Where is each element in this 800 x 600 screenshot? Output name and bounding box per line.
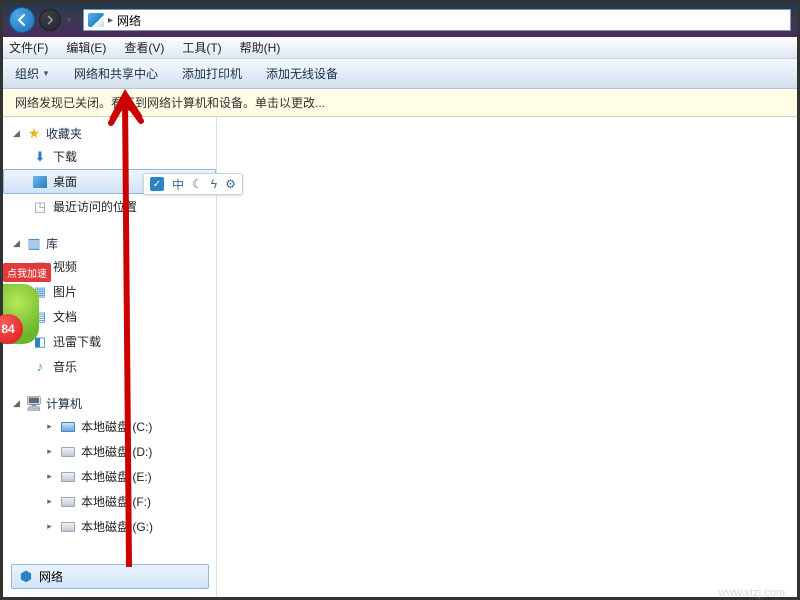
computer-label: 计算机 bbox=[46, 395, 82, 412]
navigation-bar: ▼ ▸ 网络 bbox=[3, 3, 797, 37]
desktop-label: 桌面 bbox=[53, 173, 77, 190]
content-area: ◢ ★ 收藏夹 ⬇ 下载 桌面 ◳ 最近访问的位置 ◢ ▥ 库 bbox=[3, 117, 797, 597]
sidebar-music[interactable]: ♪ 音乐 bbox=[3, 354, 216, 379]
arrow-right-icon bbox=[45, 15, 55, 25]
desktop-icon bbox=[32, 174, 48, 190]
promo-widget[interactable]: 点我加速 84 bbox=[3, 263, 51, 344]
organize-button[interactable]: 组织▼ bbox=[15, 65, 50, 82]
sidebar-drive-c[interactable]: ▸ 本地磁盘 (C:) bbox=[3, 414, 216, 439]
expand-icon: ▸ bbox=[44, 446, 55, 457]
menu-edit[interactable]: 编辑(E) bbox=[66, 39, 106, 56]
arrow-left-icon bbox=[15, 13, 29, 27]
music-icon: ♪ bbox=[32, 359, 48, 375]
ime-check-icon[interactable]: ✓ bbox=[150, 177, 164, 191]
menu-tools[interactable]: 工具(T) bbox=[182, 39, 221, 56]
expand-icon: ▸ bbox=[44, 421, 55, 432]
favorites-header[interactable]: ◢ ★ 收藏夹 bbox=[3, 123, 216, 144]
drive-icon bbox=[60, 519, 76, 535]
drive-icon bbox=[60, 419, 76, 435]
sidebar-drive-d[interactable]: ▸ 本地磁盘 (D:) bbox=[3, 439, 216, 464]
computer-group: ◢ 🖥 计算机 ▸ 本地磁盘 (C:) ▸ 本地磁盘 (D:) ▸ 本地磁盘 (E:)… bbox=[3, 393, 216, 539]
promo-mascot-icon: 84 bbox=[3, 284, 39, 344]
downloads-label: 下载 bbox=[53, 148, 77, 165]
favorites-label: 收藏夹 bbox=[46, 125, 82, 142]
sidebar-network[interactable]: ⬢ 网络 bbox=[11, 564, 209, 589]
address-bar[interactable]: ▸ 网络 bbox=[83, 9, 791, 31]
sidebar-drive-f[interactable]: ▸ 本地磁盘 (F:) bbox=[3, 489, 216, 514]
watermark-text: 系统之家 bbox=[713, 559, 785, 585]
computer-icon: 🖥 bbox=[26, 396, 42, 412]
network-location-icon bbox=[88, 13, 104, 27]
computer-header[interactable]: ◢ 🖥 计算机 bbox=[3, 393, 216, 414]
collapse-icon: ◢ bbox=[11, 398, 22, 409]
gear-icon[interactable]: ⚙ bbox=[225, 177, 236, 191]
promo-tag: 点我加速 bbox=[3, 263, 51, 282]
star-icon: ★ bbox=[26, 126, 42, 142]
main-pane bbox=[217, 117, 797, 597]
promo-badge: 84 bbox=[0, 314, 23, 344]
forward-button[interactable] bbox=[39, 9, 61, 31]
menu-view[interactable]: 查看(V) bbox=[124, 39, 164, 56]
drive-e-label: 本地磁盘 (E:) bbox=[81, 468, 152, 485]
libraries-label: 库 bbox=[46, 235, 58, 252]
recent-label: 最近访问的位置 bbox=[53, 198, 137, 215]
pictures-label: 图片 bbox=[53, 283, 77, 300]
address-text: 网络 bbox=[117, 12, 141, 29]
menu-bar: 文件(F) 编辑(E) 查看(V) 工具(T) 帮助(H) bbox=[3, 37, 797, 59]
command-bar: 组织▼ 网络和共享中心 添加打印机 添加无线设备 bbox=[3, 59, 797, 89]
back-button[interactable] bbox=[9, 7, 35, 33]
expand-icon: ▸ bbox=[44, 521, 55, 532]
drive-icon bbox=[60, 469, 76, 485]
drive-f-label: 本地磁盘 (F:) bbox=[81, 493, 151, 510]
videos-label: 视频 bbox=[53, 258, 77, 275]
add-printer-button[interactable]: 添加打印机 bbox=[182, 65, 242, 82]
music-label: 音乐 bbox=[53, 358, 77, 375]
ime-toolbar[interactable]: ✓ 中 ☾ ϟ ⚙ bbox=[143, 173, 243, 195]
download-icon: ⬇ bbox=[32, 149, 48, 165]
moon-icon[interactable]: ☾ bbox=[192, 177, 203, 191]
library-icon: ▥ bbox=[26, 236, 42, 252]
sidebar-downloads[interactable]: ⬇ 下载 bbox=[3, 144, 216, 169]
expand-icon: ▸ bbox=[44, 496, 55, 507]
network-icon: ⬢ bbox=[18, 569, 34, 585]
breadcrumb-chevron-icon: ▸ bbox=[108, 15, 113, 26]
collapse-icon: ◢ bbox=[11, 238, 22, 249]
drive-icon bbox=[60, 494, 76, 510]
recent-icon: ◳ bbox=[32, 199, 48, 215]
info-message: 网络发现已关闭。看不到网络计算机和设备。单击以更改... bbox=[15, 94, 325, 111]
info-bar[interactable]: 网络发现已关闭。看不到网络计算机和设备。单击以更改... bbox=[3, 89, 797, 117]
sidebar-recent[interactable]: ◳ 最近访问的位置 bbox=[3, 194, 216, 219]
sidebar-drive-g[interactable]: ▸ 本地磁盘 (G:) bbox=[3, 514, 216, 539]
collapse-icon: ◢ bbox=[11, 128, 22, 139]
drive-g-label: 本地磁盘 (G:) bbox=[81, 518, 153, 535]
watermark-url: www.xtzj.com bbox=[718, 587, 785, 599]
history-dropdown[interactable]: ▼ bbox=[65, 16, 73, 25]
network-sharing-center-button[interactable]: 网络和共享中心 bbox=[74, 65, 158, 82]
watermark: 系统之家 bbox=[679, 559, 785, 585]
organize-label: 组织 bbox=[15, 65, 39, 82]
drive-d-label: 本地磁盘 (D:) bbox=[81, 443, 152, 460]
libraries-header[interactable]: ◢ ▥ 库 bbox=[3, 233, 216, 254]
ime-mode-label[interactable]: 中 bbox=[172, 176, 184, 193]
network-label: 网络 bbox=[39, 568, 63, 585]
lightning-icon[interactable]: ϟ bbox=[211, 177, 217, 191]
drive-icon bbox=[60, 444, 76, 460]
menu-file[interactable]: 文件(F) bbox=[9, 39, 48, 56]
menu-help[interactable]: 帮助(H) bbox=[240, 39, 281, 56]
drive-c-label: 本地磁盘 (C:) bbox=[81, 418, 152, 435]
favorites-group: ◢ ★ 收藏夹 ⬇ 下载 桌面 ◳ 最近访问的位置 bbox=[3, 123, 216, 219]
add-wireless-button[interactable]: 添加无线设备 bbox=[266, 65, 338, 82]
xunlei-label: 迅雷下载 bbox=[53, 333, 101, 350]
expand-icon: ▸ bbox=[44, 471, 55, 482]
dropdown-icon: ▼ bbox=[42, 69, 50, 78]
house-icon bbox=[679, 560, 707, 584]
documents-label: 文档 bbox=[53, 308, 77, 325]
sidebar-drive-e[interactable]: ▸ 本地磁盘 (E:) bbox=[3, 464, 216, 489]
